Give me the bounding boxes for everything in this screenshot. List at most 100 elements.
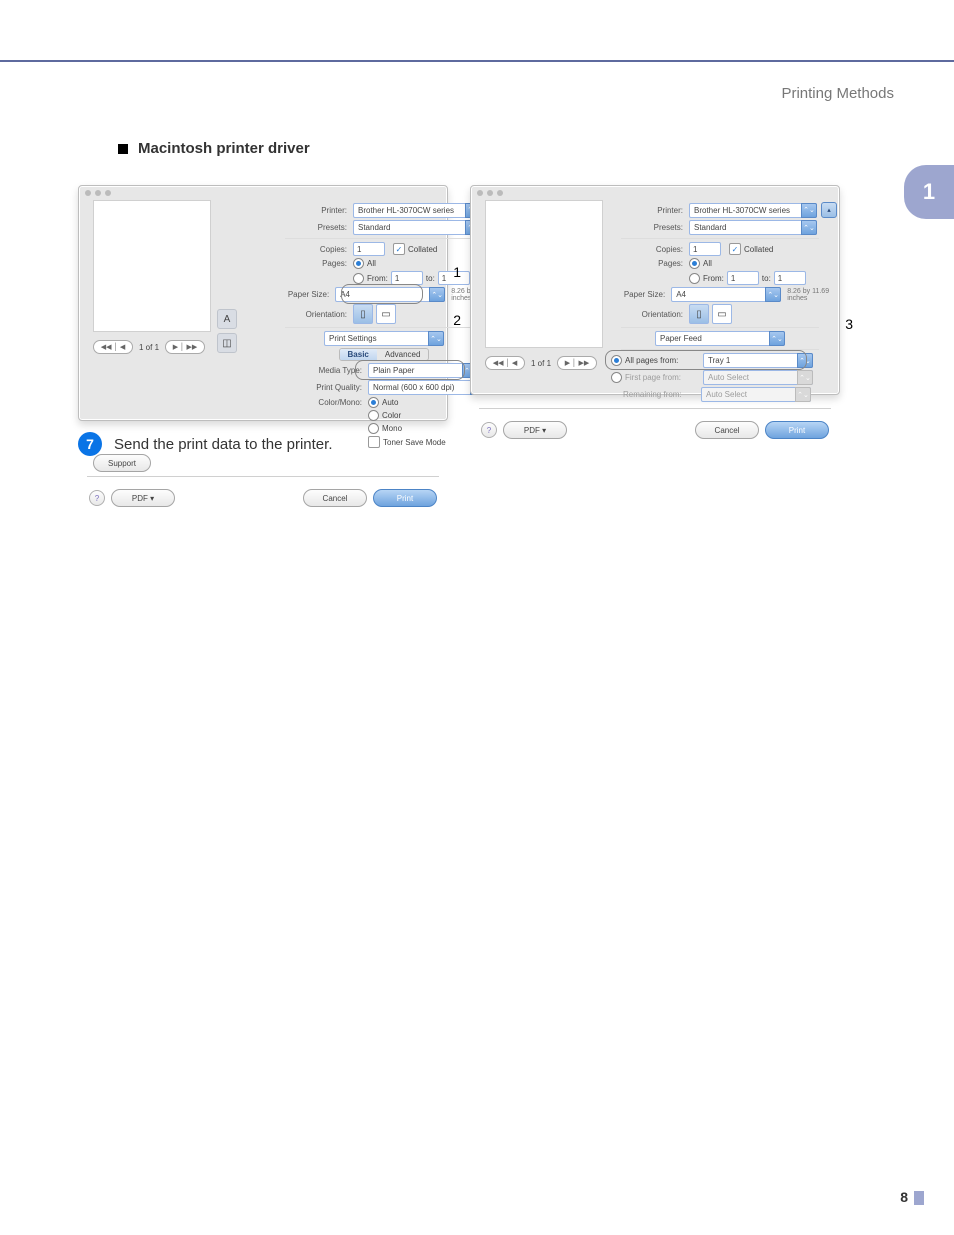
media-type-value: Plain Paper [373, 366, 414, 375]
preview-page-indicator: 1 of 1 [531, 359, 551, 368]
collated-checkbox[interactable]: ✓ [393, 243, 405, 255]
pages-from-label: From: [703, 274, 724, 283]
print-quality-value: Normal (600 x 600 dpi) [373, 383, 454, 392]
pages-from-field[interactable]: 1 [727, 271, 759, 285]
app-icon-chart: ◫ [217, 333, 237, 353]
first-page-from-value: Auto Select [708, 373, 749, 382]
collated-label: Collated [744, 245, 773, 254]
preview-nav: ◀◀ │ ◀ 1 of 1 ▶ │ ▶▶ [93, 340, 211, 354]
copies-field[interactable]: 1 [353, 242, 385, 256]
step-text: Send the print data to the printer. [114, 436, 332, 453]
preview-last-button[interactable]: ▶ │ ▶▶ [557, 356, 597, 370]
presets-value: Standard [694, 223, 726, 232]
color-mono-color-radio[interactable] [368, 410, 379, 421]
help-button[interactable]: ? [89, 490, 105, 506]
all-pages-from-radio[interactable] [611, 355, 622, 366]
help-button[interactable]: ? [481, 422, 497, 438]
preview-first-button[interactable]: ◀◀ │ ◀ [93, 340, 133, 354]
color-mono-mono-label: Mono [382, 424, 402, 433]
paper-size-hint: 8.26 by 11.69 inches [787, 288, 837, 302]
collated-checkbox[interactable]: ✓ [729, 243, 741, 255]
support-button[interactable]: Support [93, 454, 151, 472]
toner-save-label: Toner Save Mode [383, 438, 446, 447]
color-mono-auto-label: Auto [382, 398, 398, 407]
first-page-from-label: First page from: [625, 373, 703, 382]
cancel-button[interactable]: Cancel [303, 489, 367, 507]
pages-label: Pages: [603, 259, 689, 268]
copies-label: Copies: [603, 245, 689, 254]
printer-value: Brother HL-3070CW series [694, 206, 790, 215]
paper-size-value: A4 [676, 290, 686, 299]
chevron-updown-icon: ⌃⌄ [429, 287, 445, 302]
printer-select[interactable]: Brother HL-3070CW series ⌃⌄ [689, 203, 817, 218]
print-button[interactable]: Print [373, 489, 437, 507]
page-preview [93, 200, 211, 332]
orientation-portrait-button[interactable]: ▯ [353, 304, 373, 324]
panel-select[interactable]: Print Settings ⌃⌄ [324, 331, 444, 346]
pages-range-radio[interactable] [353, 273, 364, 284]
pages-all-radio[interactable] [689, 258, 700, 269]
window-dots [79, 186, 447, 200]
orientation-label: Orientation: [267, 310, 353, 319]
collapse-button[interactable]: ▴ [821, 202, 837, 218]
window-dots [471, 186, 839, 200]
orientation-landscape-button[interactable]: ▭ [712, 304, 732, 324]
callout-number-3: 3 [845, 316, 853, 332]
dialog-screenshots: ◀◀ │ ◀ 1 of 1 ▶ │ ▶▶ A ◫ Printer: [78, 185, 840, 421]
tab-basic[interactable]: Basic [340, 349, 377, 360]
paper-size-select[interactable]: A4 ⌃⌄ [335, 287, 445, 302]
presets-select[interactable]: Standard ⌃⌄ [353, 220, 481, 235]
paper-size-label: Paper Size: [267, 290, 335, 299]
paper-size-select[interactable]: A4 ⌃⌄ [671, 287, 781, 302]
printer-label: Printer: [603, 206, 689, 215]
callout-number-2: 2 [453, 312, 461, 328]
pages-all-label: All [703, 259, 712, 268]
color-mono-label: Color/Mono: [267, 398, 368, 407]
presets-label: Presets: [267, 223, 353, 232]
printer-select[interactable]: Brother HL-3070CW series ⌃⌄ [353, 203, 481, 218]
pdf-menu-button[interactable]: PDF ▾ [111, 489, 175, 507]
chevron-updown-icon: ⌃⌄ [797, 353, 813, 368]
orientation-portrait-button[interactable]: ▯ [689, 304, 709, 324]
panel-value: Paper Feed [660, 334, 702, 343]
remaining-from-label: Remaining from: [623, 390, 701, 399]
pages-all-radio[interactable] [353, 258, 364, 269]
print-dialog-print-settings: ◀◀ │ ◀ 1 of 1 ▶ │ ▶▶ A ◫ Printer: [78, 185, 448, 421]
cancel-button[interactable]: Cancel [695, 421, 759, 439]
settings-tabs[interactable]: Basic Advanced [339, 348, 430, 361]
page-number: 8 [900, 1189, 908, 1205]
chevron-updown-icon: ⌃⌄ [797, 370, 813, 385]
pages-to-label: to: [762, 274, 771, 283]
tab-advanced[interactable]: Advanced [377, 349, 429, 360]
step-number-badge: 7 [78, 432, 102, 456]
media-type-select[interactable]: Plain Paper ⌃⌄ [368, 363, 478, 378]
preview-first-button[interactable]: ◀◀ │ ◀ [485, 356, 525, 370]
preview-last-button[interactable]: ▶ │ ▶▶ [165, 340, 205, 354]
copies-field[interactable]: 1 [689, 242, 721, 256]
chevron-updown-icon: ⌃⌄ [795, 387, 811, 402]
all-pages-from-select[interactable]: Tray 1 ⌃⌄ [703, 353, 813, 368]
chevron-updown-icon: ⌃⌄ [428, 331, 444, 346]
pages-to-field[interactable]: 1 [774, 271, 806, 285]
preview-area: ◀◀ │ ◀ 1 of 1 ▶ │ ▶▶ [471, 200, 603, 404]
panel-select[interactable]: Paper Feed ⌃⌄ [655, 331, 785, 346]
pdf-menu-button[interactable]: PDF ▾ [503, 421, 567, 439]
presets-select[interactable]: Standard ⌃⌄ [689, 220, 817, 235]
pages-range-radio[interactable] [689, 273, 700, 284]
preview-nav: ◀◀ │ ◀ 1 of 1 ▶ │ ▶▶ [485, 356, 603, 370]
toner-save-checkbox[interactable] [368, 436, 380, 448]
collated-label: Collated [408, 245, 437, 254]
page-preview [485, 200, 603, 348]
chapter-tab: 1 [904, 165, 954, 219]
print-quality-select[interactable]: Normal (600 x 600 dpi) ⌃⌄ [368, 380, 486, 395]
orientation-landscape-button[interactable]: ▭ [376, 304, 396, 324]
first-page-from-radio[interactable] [611, 372, 622, 383]
preview-page-indicator: 1 of 1 [139, 343, 159, 352]
color-mono-mono-radio[interactable] [368, 423, 379, 434]
print-button[interactable]: Print [765, 421, 829, 439]
printer-value: Brother HL-3070CW series [358, 206, 454, 215]
pages-from-field[interactable]: 1 [391, 271, 423, 285]
remaining-from-value: Auto Select [706, 390, 747, 399]
chevron-updown-icon: ⌃⌄ [769, 331, 785, 346]
color-mono-auto-radio[interactable] [368, 397, 379, 408]
